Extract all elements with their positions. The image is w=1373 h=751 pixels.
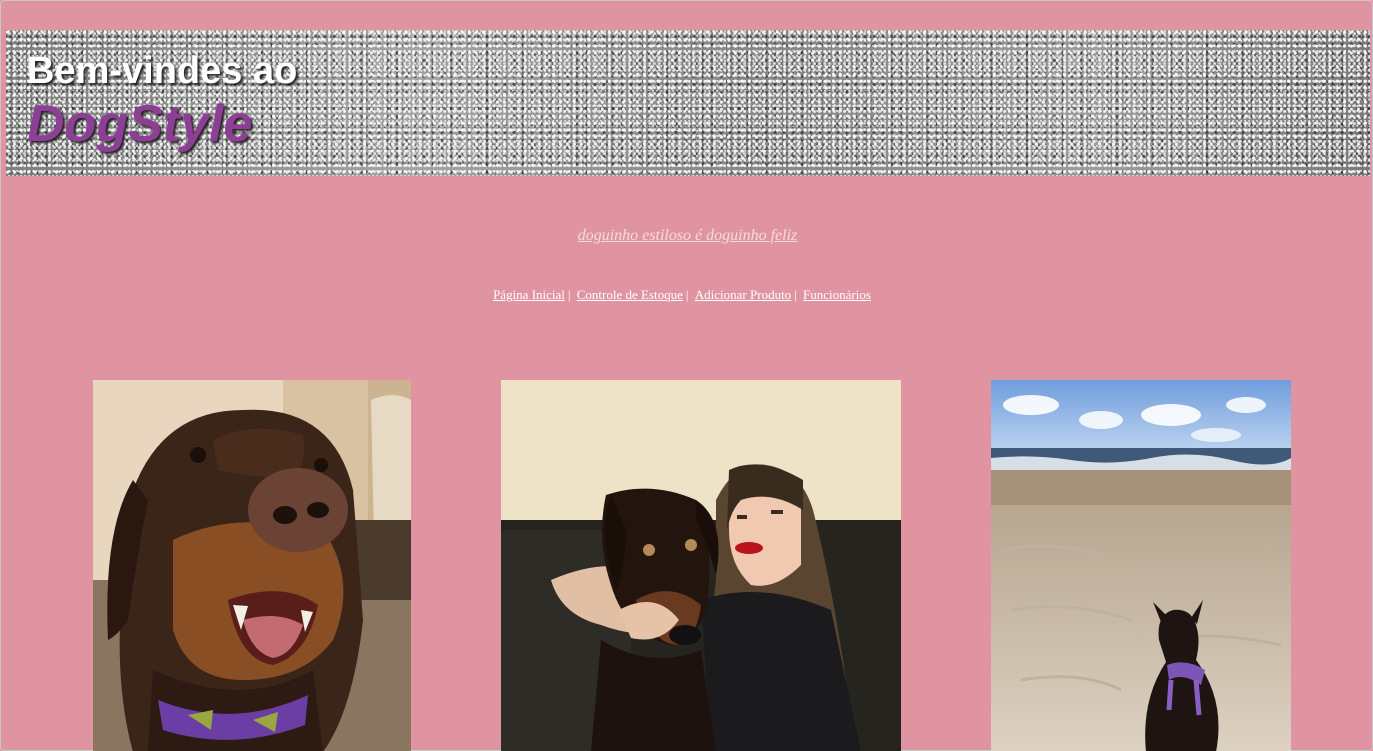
nav-separator: | <box>567 287 571 302</box>
nav-link-employees[interactable]: Funcionários <box>803 287 871 302</box>
tagline-link[interactable]: doguinho estiloso é doguinho feliz <box>1 227 1373 245</box>
main-nav: Página Inicial | Controle de Estoque | Adi… <box>1 287 1363 303</box>
header-banner: Bem-vindes ao DogStyle <box>6 30 1370 176</box>
nav-link-stock-control[interactable]: Controle de Estoque <box>577 287 683 302</box>
nav-separator: | <box>685 287 689 302</box>
nav-separator: | <box>794 287 797 302</box>
page: Bem-vindes ao DogStyle doguinho estiloso… <box>0 0 1373 751</box>
woman-with-doberman-photo <box>501 380 901 751</box>
doberman-closeup-photo <box>93 380 411 751</box>
brand-logo: DogStyle <box>27 95 253 153</box>
doberman-on-beach-photo <box>991 380 1291 751</box>
nav-link-home[interactable]: Página Inicial <box>493 287 565 302</box>
welcome-heading: Bem-vindes ao <box>27 50 298 92</box>
nav-link-add-product[interactable]: Adicionar Produto <box>695 287 791 302</box>
